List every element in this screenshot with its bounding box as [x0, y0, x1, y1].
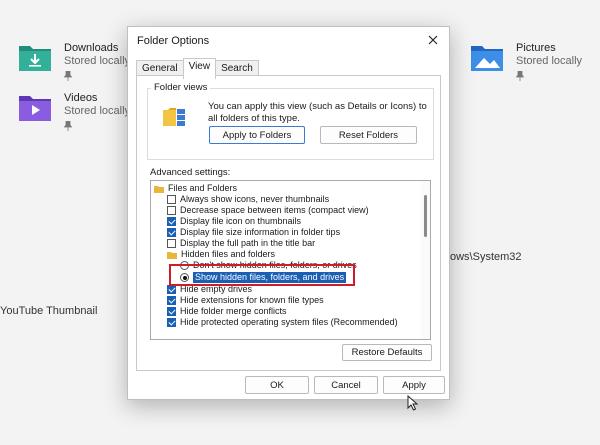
dialog-title: Folder Options: [137, 35, 210, 47]
checkbox[interactable]: [167, 307, 176, 316]
downloads-item[interactable]: Downloads Stored locally: [18, 42, 130, 81]
reset-folders-button[interactable]: Reset Folders: [320, 126, 417, 144]
restore-defaults-button[interactable]: Restore Defaults: [342, 344, 432, 361]
folder-options-dialog: Folder Options General View Search Folde…: [127, 26, 450, 400]
folder-views-label: Folder views: [151, 82, 211, 93]
scrollbar-thumb[interactable]: [424, 195, 427, 237]
pictures-sub: Stored locally: [516, 55, 583, 67]
folder-icon: [167, 251, 177, 259]
folder-icon: [154, 185, 164, 193]
path-fragment: ows\System32: [450, 251, 522, 263]
pictures-name: Pictures: [516, 42, 556, 54]
videos-name: Videos: [64, 92, 98, 104]
option-hide-extensions[interactable]: Hide extensions for known file types: [167, 295, 324, 306]
highlight-annotation: [169, 264, 355, 286]
downloads-sub: Stored locally: [64, 55, 131, 67]
tab-view[interactable]: View: [182, 58, 217, 79]
ok-button[interactable]: OK: [245, 376, 309, 394]
cancel-button[interactable]: Cancel: [314, 376, 378, 394]
tab-bar: General View Search: [136, 58, 259, 79]
checkbox[interactable]: [167, 195, 176, 204]
pin-icon: [64, 71, 72, 81]
folder-views-group: Folder views You can apply this view (su…: [147, 82, 434, 160]
videos-sub: Stored locally: [64, 105, 131, 117]
tree-group-hidden-files: Hidden files and folders: [167, 249, 275, 260]
option-full-path-title[interactable]: Display the full path in the title bar: [167, 238, 315, 249]
advanced-settings-label: Advanced settings:: [150, 167, 231, 178]
checkbox[interactable]: [167, 318, 176, 327]
pin-icon: [64, 121, 72, 131]
tree-group-files-and-folders: Files and Folders: [154, 183, 237, 194]
checkbox[interactable]: [167, 228, 176, 237]
option-always-show-icons[interactable]: Always show icons, never thumbnails: [167, 194, 329, 205]
checkbox[interactable]: [167, 285, 176, 294]
checkbox[interactable]: [167, 217, 176, 226]
option-hide-protected-files[interactable]: Hide protected operating system files (R…: [167, 317, 398, 328]
mouse-cursor-icon: [407, 395, 419, 411]
advanced-settings-tree[interactable]: Files and Folders Always show icons, nev…: [150, 180, 431, 340]
apply-button[interactable]: Apply: [383, 376, 445, 394]
checkbox[interactable]: [167, 239, 176, 248]
apply-to-folders-button[interactable]: Apply to Folders: [209, 126, 305, 144]
checkbox[interactable]: [167, 296, 176, 305]
view-panel: Folder views You can apply this view (su…: [136, 75, 441, 371]
videos-folder-icon: [18, 92, 52, 122]
videos-item[interactable]: Videos Stored locally: [18, 92, 130, 131]
downloads-folder-icon: [18, 42, 52, 72]
downloads-name: Downloads: [64, 42, 119, 54]
option-decrease-space[interactable]: Decrease space between items (compact vi…: [167, 205, 369, 216]
checkbox[interactable]: [167, 206, 176, 215]
tree-scrollbar[interactable]: [421, 181, 430, 339]
option-hide-merge-conflicts[interactable]: Hide folder merge conflicts: [167, 306, 287, 317]
thumbnail-label: YouTube Thumbnail: [0, 305, 98, 317]
close-icon: [428, 35, 438, 45]
folder-views-icon: [163, 108, 185, 126]
folder-views-description: You can apply this view (such as Details…: [208, 101, 427, 124]
pin-icon: [516, 71, 524, 81]
pictures-item[interactable]: Pictures Stored locally: [470, 42, 582, 81]
option-file-icon-thumbnails[interactable]: Display file icon on thumbnails: [167, 216, 301, 227]
pictures-folder-icon: [470, 42, 504, 72]
option-file-size-tips[interactable]: Display file size information in folder …: [167, 227, 340, 238]
close-button[interactable]: [423, 30, 443, 50]
